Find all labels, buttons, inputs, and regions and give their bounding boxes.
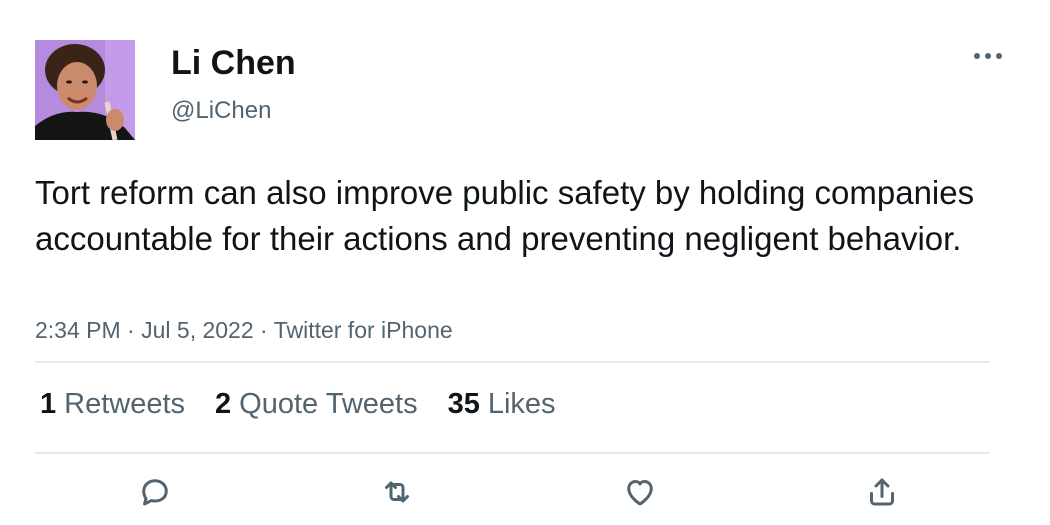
tweet-text: Tort reform can also improve public safe…	[35, 174, 975, 257]
retweet-icon	[385, 481, 409, 503]
retweet-button[interactable]	[375, 470, 419, 514]
meta-separator: ·	[260, 317, 268, 343]
reply-icon	[142, 479, 168, 506]
likes-count: 35	[447, 388, 480, 420]
avatar-image	[35, 40, 135, 140]
author-name[interactable]: Li Chen	[171, 42, 296, 84]
tweet-source[interactable]: Twitter for iPhone	[274, 317, 453, 343]
share-icon	[870, 478, 894, 506]
tweet-meta: 2:34 PM · Jul 5, 2022 · Twitter for iPho…	[35, 314, 453, 346]
action-bar	[0, 470, 1050, 520]
tweet-detail: Li Chen @LiChen Tort reform can also imp…	[0, 0, 1050, 525]
quote-tweets-count: 2	[215, 388, 232, 420]
avatar[interactable]	[35, 40, 135, 140]
share-button[interactable]	[860, 470, 904, 514]
tweet-stats: 1 Retweets 2 Quote Tweets 35 Likes	[40, 384, 556, 424]
reply-button[interactable]	[133, 470, 177, 514]
retweets-count: 1	[40, 388, 57, 420]
quote-tweets-label: Quote Tweets	[239, 388, 418, 420]
retweets-stat[interactable]: 1 Retweets	[40, 384, 185, 424]
author-handle[interactable]: @LiChen	[171, 96, 271, 126]
tweet-time[interactable]: 2:34 PM	[35, 317, 121, 343]
divider	[35, 452, 990, 454]
likes-stat[interactable]: 35 Likes	[448, 384, 556, 424]
more-horizontal-icon	[974, 53, 1002, 59]
more-options-button[interactable]	[966, 40, 1010, 72]
heart-icon	[627, 480, 653, 506]
like-button[interactable]	[618, 470, 662, 514]
quote-tweets-stat[interactable]: 2 Quote Tweets	[215, 384, 418, 424]
retweets-label: Retweets	[64, 388, 186, 420]
tweet-date[interactable]: Jul 5, 2022	[141, 317, 254, 343]
divider	[35, 361, 990, 363]
likes-label: Likes	[487, 388, 556, 420]
meta-separator: ·	[127, 317, 135, 343]
